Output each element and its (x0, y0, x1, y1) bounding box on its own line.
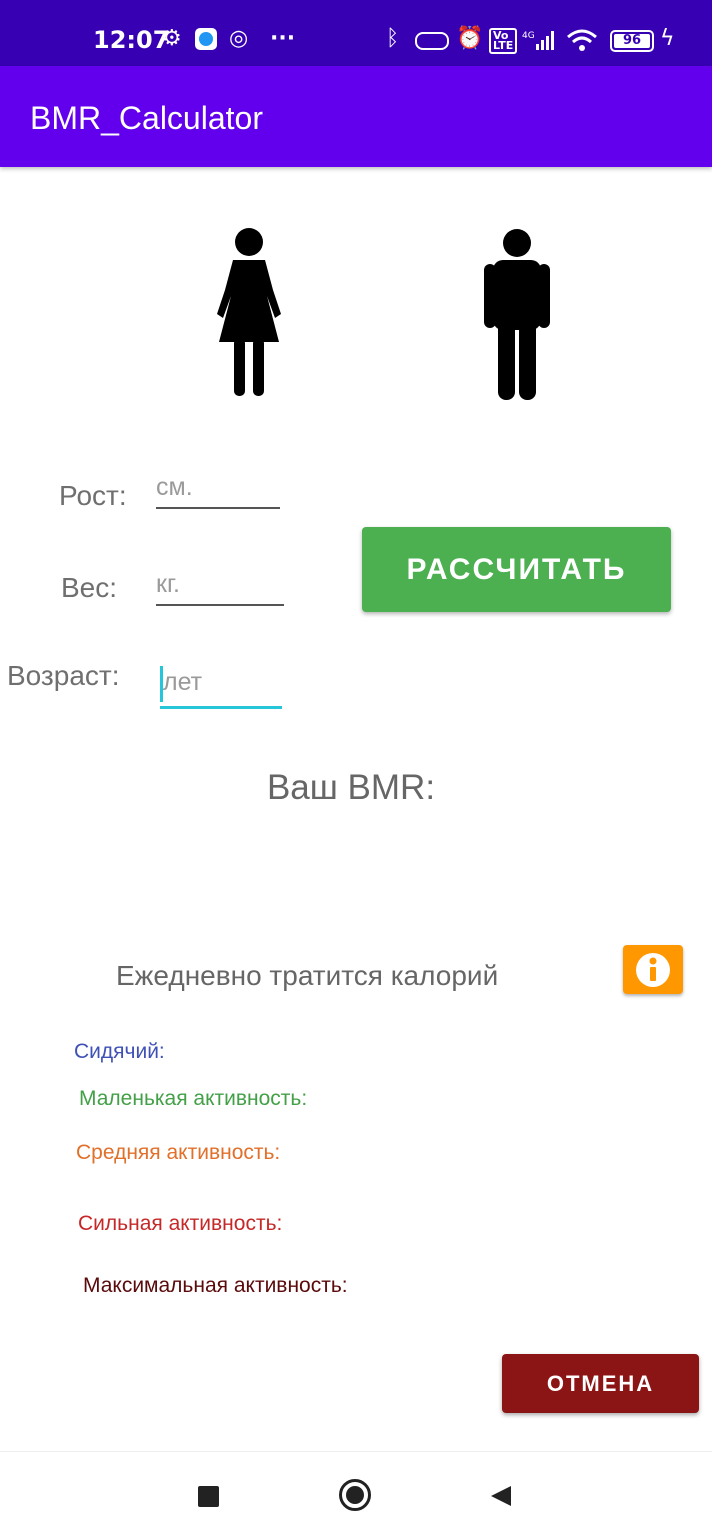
bluetooth-icon: ᛒ (386, 26, 400, 51)
bmr-result-title: Ваш BMR: (266, 768, 436, 807)
height-label: Рост: (59, 480, 127, 511)
status-time: 12:07 (93, 26, 170, 54)
info-icon (636, 953, 670, 987)
info-button[interactable] (623, 945, 683, 994)
weight-label: Вес: (61, 572, 118, 603)
gear-icon: ⚙ (162, 26, 182, 51)
activity-heavy: Сильная активность: (78, 1212, 283, 1235)
cancel-button[interactable]: ОТМЕНА (502, 1354, 699, 1413)
volte-icon: Vo LTE (489, 28, 518, 54)
activity-moderate: Средняя активность: (76, 1141, 281, 1164)
wifi-icon (567, 29, 597, 51)
height-input[interactable] (156, 473, 280, 502)
alarm-icon: ⏰ (456, 26, 484, 51)
battery-indicator: 96 (610, 30, 654, 52)
activity-light: Маленькая активность: (79, 1087, 308, 1110)
activity-maximum: Максимальная активность: (83, 1274, 348, 1297)
female-figure-icon[interactable] (203, 226, 293, 398)
battery-saver-icon (415, 32, 449, 50)
svg-text:4G: 4G (522, 31, 535, 41)
age-input[interactable] (163, 668, 285, 697)
more-icon: ··· (270, 26, 296, 51)
weight-input[interactable] (156, 570, 284, 599)
system-nav-bar (0, 1451, 712, 1538)
app-icon (195, 28, 217, 50)
charging-icon: ϟ (660, 26, 675, 51)
battery-percent: 96 (622, 33, 642, 48)
age-label: Возраст: (7, 660, 120, 691)
recents-button[interactable] (198, 1486, 219, 1507)
daily-calories-title: Ежедневно тратится калорий (116, 960, 499, 991)
status-bar: 12:07 ⚙ ◎ ··· ᛒ ⏰ Vo LTE 4G 96 ϟ (0, 0, 712, 66)
age-field-wrapper (160, 664, 285, 709)
calculate-button[interactable]: РАССЧИТАТЬ (362, 527, 671, 612)
app-bar: BMR_Calculator (0, 66, 712, 167)
app-title: BMR_Calculator (30, 100, 263, 136)
home-button[interactable] (339, 1479, 371, 1511)
vpn-icon: ◎ (229, 26, 249, 51)
activity-sedentary: Сидячий: (74, 1040, 165, 1063)
height-field-wrapper (156, 473, 280, 509)
signal-icon: 4G (522, 31, 554, 50)
back-button[interactable] (489, 1484, 513, 1508)
weight-field-wrapper (156, 570, 284, 606)
male-figure-icon[interactable] (481, 228, 553, 402)
